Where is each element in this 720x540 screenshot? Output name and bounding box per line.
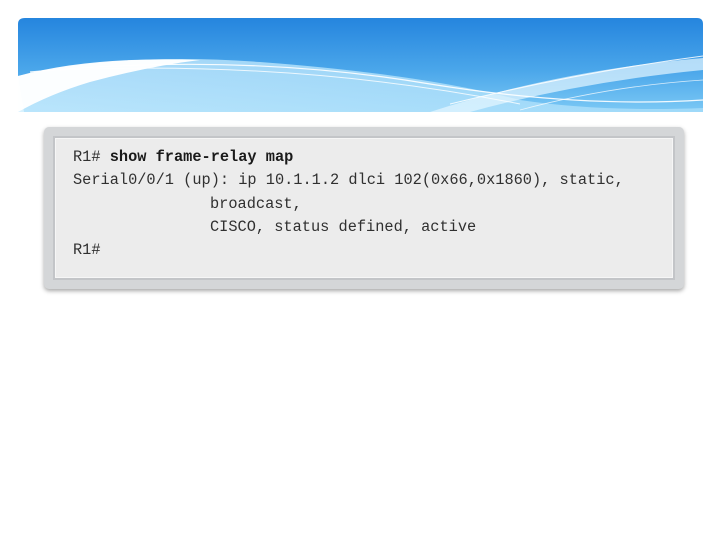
cli-output-area: R1# show frame-relay map Serial0/0/1 (up…	[53, 136, 675, 280]
command-text: show frame-relay map	[109, 148, 294, 166]
output-line-3: CISCO, status defined, active	[210, 217, 477, 236]
command-line: R1# show frame-relay map	[73, 146, 673, 169]
prompt: R1#	[73, 148, 110, 166]
header-banner	[18, 18, 704, 112]
output-line-1: Serial0/0/1 (up): ip 10.1.1.2 dlci 102(0…	[73, 171, 624, 190]
output-line-2: broadcast,	[210, 194, 302, 213]
final-prompt: R1#	[73, 241, 101, 260]
cli-output-panel: R1# show frame-relay map Serial0/0/1 (up…	[44, 127, 684, 289]
